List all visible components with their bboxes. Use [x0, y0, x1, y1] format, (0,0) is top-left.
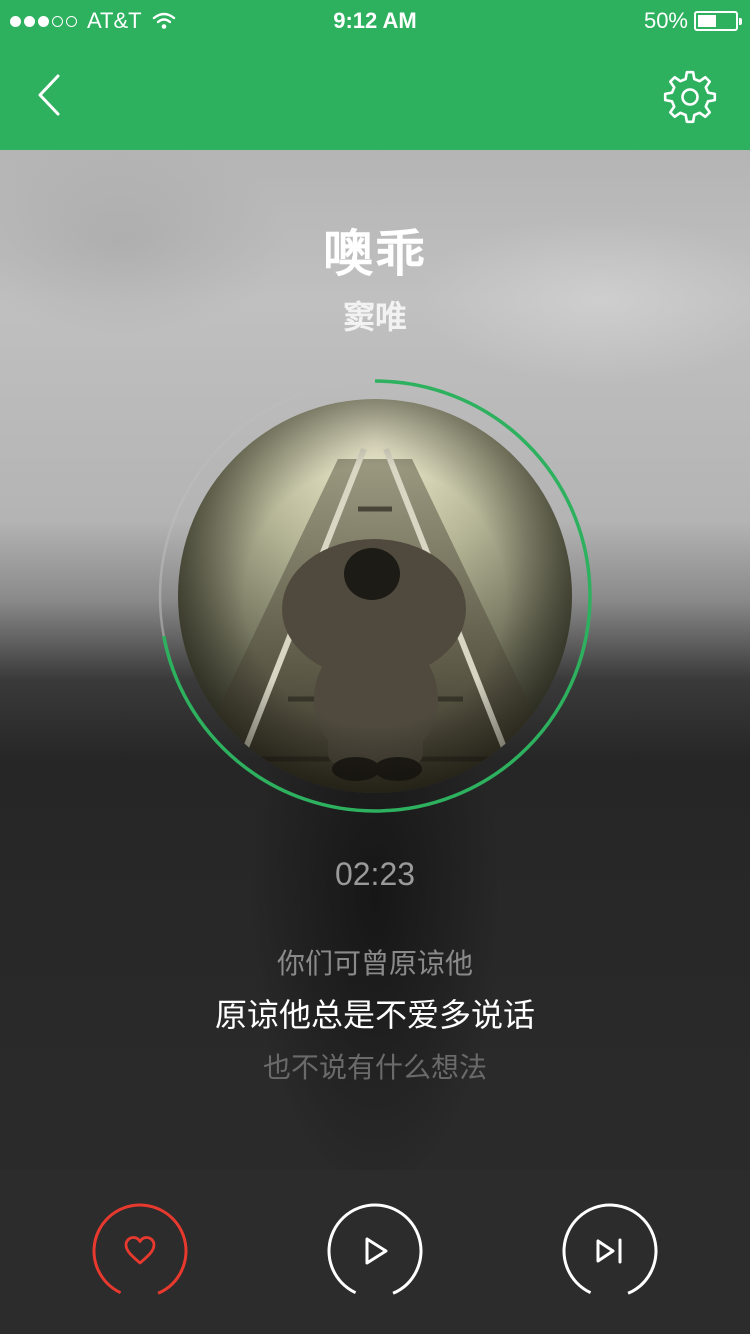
settings-button[interactable] — [660, 67, 720, 127]
play-icon — [365, 1237, 388, 1265]
battery-icon — [694, 11, 742, 31]
battery-percent: 50% — [643, 8, 688, 33]
status-right: 50% — [643, 8, 742, 34]
back-button[interactable] — [26, 70, 76, 120]
play-button[interactable] — [327, 1203, 423, 1299]
chevron-left-icon — [38, 74, 60, 116]
like-button[interactable] — [92, 1203, 188, 1299]
next-button[interactable] — [562, 1203, 658, 1299]
lyric-line-previous: 你们可曾原谅他 — [276, 947, 473, 980]
song-title: 噢乖 — [323, 225, 427, 283]
lyric-line-next: 也不说有什么想法 — [262, 1051, 487, 1084]
artist-name: 窦唯 — [342, 298, 407, 336]
heart-icon — [124, 1236, 156, 1265]
elapsed-time: 02:23 — [334, 856, 416, 892]
status-bar: AT&T 9:12 AM 50% — [0, 0, 750, 40]
skip-next-icon — [596, 1238, 622, 1264]
status-time: 9:12 AM — [333, 8, 417, 33]
lyric-line-current: 原谅他总是不爱多说话 — [214, 996, 535, 1034]
gear-icon — [663, 70, 717, 124]
nav-bar — [0, 40, 750, 150]
album-cover — [178, 399, 572, 793]
